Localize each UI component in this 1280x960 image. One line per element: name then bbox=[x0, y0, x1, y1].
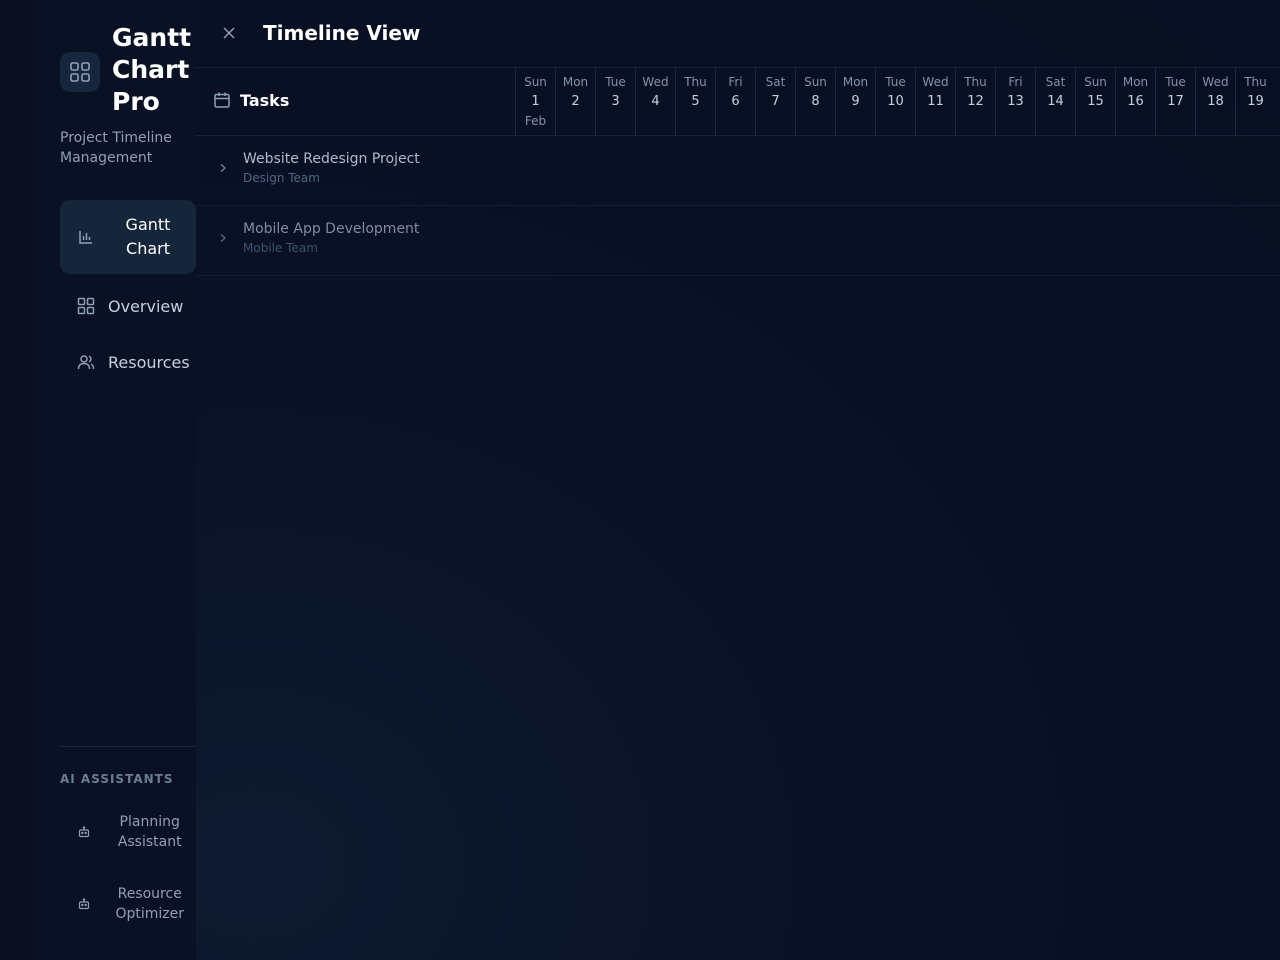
day-header: Sun 1 Feb bbox=[515, 68, 555, 136]
day-of-week: Sun bbox=[524, 75, 547, 89]
day-header: Wed 4 bbox=[635, 68, 675, 136]
day-of-week: Fri bbox=[1008, 75, 1023, 89]
sidebar-item-resources[interactable]: Resources bbox=[60, 334, 196, 390]
grid-icon bbox=[60, 52, 100, 92]
sidebar-item-overview[interactable]: Overview bbox=[60, 278, 196, 334]
task-name: Website Redesign Project bbox=[243, 151, 420, 167]
ai-item-label: Resource Optimizer bbox=[115, 886, 184, 922]
day-header: Mon 2 bbox=[555, 68, 595, 136]
day-header: Fri 6 bbox=[715, 68, 755, 136]
app-subtitle: Project Timeline Management bbox=[60, 130, 172, 166]
day-number: 6 bbox=[731, 94, 740, 109]
day-of-week: Sun bbox=[804, 75, 827, 89]
day-of-week: Wed bbox=[922, 75, 949, 89]
close-icon bbox=[223, 27, 235, 39]
planning-assistant-button[interactable]: Planning Assistant bbox=[60, 802, 196, 862]
day-number: 5 bbox=[691, 94, 700, 109]
day-header: Sat 7 bbox=[755, 68, 795, 136]
day-of-week: Wed bbox=[642, 75, 669, 89]
ai-assistants-heading: AI ASSISTANTS bbox=[60, 772, 174, 786]
tasks-column-header: Tasks bbox=[212, 90, 289, 110]
sidebar-item-label: Overview bbox=[108, 296, 184, 316]
day-header: Mon 9 bbox=[835, 68, 875, 136]
sidebar-divider bbox=[60, 746, 196, 747]
task-team: Mobile Team bbox=[243, 241, 318, 255]
day-of-week: Sat bbox=[765, 75, 786, 89]
day-number: 8 bbox=[811, 94, 820, 109]
day-of-week: Tue bbox=[1165, 75, 1186, 89]
bar-chart-icon bbox=[76, 227, 96, 247]
day-of-week: Thu bbox=[1244, 75, 1267, 89]
day-of-week: Sun bbox=[1084, 75, 1107, 89]
task-name: Mobile App Development bbox=[243, 221, 420, 237]
page-title: Timeline View bbox=[263, 21, 421, 45]
ai-item-label: Planning Assistant bbox=[117, 814, 182, 850]
bot-icon bbox=[76, 896, 91, 912]
day-number: 19 bbox=[1247, 94, 1264, 109]
day-number: 13 bbox=[1007, 94, 1024, 109]
day-of-week: Tue bbox=[605, 75, 626, 89]
sidebar-item-gantt-chart[interactable]: Gantt Chart bbox=[60, 200, 196, 274]
day-header: Tue 10 bbox=[875, 68, 915, 136]
task-row[interactable]: Mobile App Development Mobile Team bbox=[196, 206, 1280, 276]
day-number: 4 bbox=[651, 94, 660, 109]
day-of-week: Mon bbox=[562, 75, 589, 89]
day-number: 12 bbox=[967, 94, 984, 109]
day-of-week: Thu bbox=[684, 75, 707, 89]
day-header: Wed 11 bbox=[915, 68, 955, 136]
day-of-week: Mon bbox=[842, 75, 869, 89]
day-of-week: Tue bbox=[885, 75, 906, 89]
day-number: 16 bbox=[1127, 94, 1144, 109]
top-bar: Timeline View bbox=[196, 0, 1280, 68]
day-number: 2 bbox=[571, 94, 580, 109]
grid-icon bbox=[76, 296, 96, 316]
tasks-label: Tasks bbox=[240, 90, 290, 110]
day-of-week: Thu bbox=[964, 75, 987, 89]
task-row[interactable]: Website Redesign Project Design Team bbox=[196, 136, 1280, 206]
day-number: 10 bbox=[887, 94, 904, 109]
day-number: 14 bbox=[1047, 94, 1064, 109]
day-header: Thu 5 bbox=[675, 68, 715, 136]
day-header: Thu 12 bbox=[955, 68, 995, 136]
day-header: Thu 19 bbox=[1235, 68, 1275, 136]
sidebar-item-label: Gantt Chart bbox=[125, 215, 171, 258]
day-header: Sun 8 bbox=[795, 68, 835, 136]
day-header: Wed 18 bbox=[1195, 68, 1235, 136]
close-button[interactable] bbox=[218, 22, 240, 44]
main-panel: Timeline View Tasks Sun 1 Feb Mon 2 Tue 3 Wed 4 T… bbox=[196, 0, 1280, 960]
chevron-right-icon[interactable] bbox=[216, 161, 230, 175]
day-number: 11 bbox=[927, 94, 944, 109]
day-number: 17 bbox=[1167, 94, 1184, 109]
sidebar-item-label: Resources bbox=[108, 352, 190, 372]
day-header: Tue 17 bbox=[1155, 68, 1195, 136]
month-label: Feb bbox=[524, 114, 547, 128]
day-of-week: Sat bbox=[1045, 75, 1066, 89]
day-number: 1 bbox=[531, 94, 540, 109]
day-header: Sat 14 bbox=[1035, 68, 1075, 136]
day-header: Tue 3 bbox=[595, 68, 635, 136]
left-edge-strip bbox=[0, 0, 36, 960]
sidebar: Gantt Chart Pro Project Timeline Managem… bbox=[36, 0, 196, 960]
day-header: Mon 16 bbox=[1115, 68, 1155, 136]
day-number: 15 bbox=[1087, 94, 1104, 109]
day-header: Sun 15 bbox=[1075, 68, 1115, 136]
day-number: 7 bbox=[771, 94, 780, 109]
day-number: 3 bbox=[611, 94, 620, 109]
app-root: Gantt Chart Pro Project Timeline Managem… bbox=[0, 0, 1280, 960]
chevron-right-icon[interactable] bbox=[216, 231, 230, 245]
day-number: 18 bbox=[1207, 94, 1224, 109]
day-of-week: Wed bbox=[1202, 75, 1229, 89]
day-of-week: Fri bbox=[728, 75, 743, 89]
bot-icon bbox=[76, 824, 91, 840]
gantt-header: Tasks Sun 1 Feb Mon 2 Tue 3 Wed 4 Thu 5 Fri 6 Sat 7 Sun… bbox=[196, 68, 1280, 136]
day-header: Fri 13 bbox=[995, 68, 1035, 136]
sidebar-nav: Gantt Chart Overview Resources bbox=[60, 200, 196, 390]
timeline-days: Sun 1 Feb Mon 2 Tue 3 Wed 4 Thu 5 Fri 6 Sat 7 Sun 8 Mon 9 T… bbox=[515, 68, 1275, 136]
calendar-icon bbox=[212, 90, 232, 110]
task-team: Design Team bbox=[243, 171, 320, 185]
resource-optimizer-button[interactable]: Resource Optimizer bbox=[60, 874, 196, 934]
day-number: 9 bbox=[851, 94, 860, 109]
users-icon bbox=[76, 352, 96, 372]
day-of-week: Mon bbox=[1122, 75, 1149, 89]
